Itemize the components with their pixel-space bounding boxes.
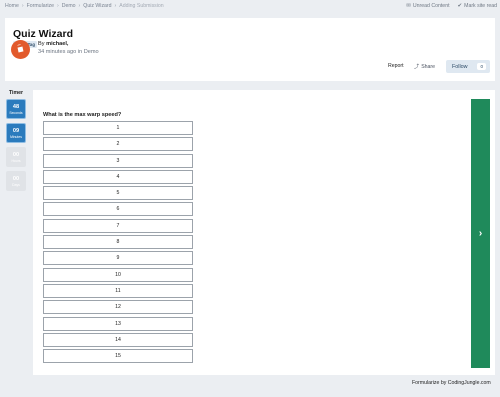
page-title: Quiz Wizard [13,28,73,40]
logo-mark-icon [15,44,26,55]
avatar[interactable] [11,40,30,59]
answer-option[interactable]: 1 [43,121,193,135]
timer-minutes-unit: Minutes [10,134,22,139]
answer-option[interactable]: 7 [43,218,193,233]
answer-option[interactable]: 9 [43,251,193,266]
timer-seconds-value: 48 [12,103,20,110]
answer-option[interactable]: 10 [43,267,193,282]
breadcrumb: Home › Formularize › Demo › Quiz Wizard … [5,3,164,9]
unread-content-link[interactable]: ✉ Unread Content [406,3,449,9]
breadcrumb-demo[interactable]: Demo [62,3,76,9]
breadcrumb-home[interactable]: Home [5,3,19,9]
breadcrumb-separator-icon: › [78,3,81,9]
answer-option[interactable]: 14 [43,332,193,347]
author-name[interactable]: michael, [46,41,68,47]
answer-option[interactable]: 6 [43,202,193,217]
answer-option[interactable]: 13 [43,316,193,331]
timer-title: Timer [8,90,24,96]
breadcrumb-quiz-wizard[interactable]: Quiz Wizard [83,3,111,9]
next-button[interactable]: › [471,99,490,368]
answer-option[interactable]: 12 [43,300,193,315]
mark-site-read-link[interactable]: ✔ Mark site read [458,3,497,9]
quiz-card: What is the max warp speed? 1 2 3 4 5 6 … [33,90,495,375]
timer-minutes-value: 09 [12,127,20,134]
timer-minutes: 09 Minutes [6,123,26,143]
top-actions: ✉ Unread Content ✔ Mark site read [406,3,497,9]
timer-seconds-unit: Seconds [9,110,23,115]
author-line: By michael, [38,41,68,47]
answer-option[interactable]: 15 [43,349,193,364]
timer-seconds: 48 Seconds [6,99,26,119]
breadcrumb-current: Adding Submission [119,3,164,9]
timer-hours: 00 Hours [6,147,26,167]
answer-option[interactable]: 5 [43,186,193,201]
timer-days-value: 00 [12,175,20,182]
follow-count: 0 [477,63,486,70]
breadcrumb-separator-icon: › [21,3,24,9]
breadcrumb-formularize[interactable]: Formularize [27,3,54,9]
answer-option[interactable]: 2 [43,137,193,152]
timer-days: 00 Days [6,171,26,191]
checkmark-icon: ✔ [457,3,463,9]
share-label: Share [421,63,436,70]
timer-hours-unit: Hours [11,158,21,163]
timer-hours-value: 00 [12,151,20,158]
answer-list: 1 2 3 4 5 6 7 8 9 10 11 12 13 14 15 [43,121,193,365]
chevron-right-icon: › [478,228,483,239]
share-button[interactable]: ⤴ Share [414,63,436,71]
envelope-icon: ✉ [406,3,411,9]
author-prefix: By [38,41,45,47]
share-icon: ⤴ [414,64,420,70]
answer-option[interactable]: 11 [43,283,193,298]
question-text: What is the max warp speed? [43,112,122,118]
breadcrumb-separator-icon: › [114,3,117,9]
answer-option[interactable]: 3 [43,153,193,168]
author-meta: 34 minutes ago in Demo [38,49,99,55]
answer-option[interactable]: 8 [43,235,193,250]
mark-site-read-label: Mark site read [464,3,497,9]
top-bar: Home › Formularize › Demo › Quiz Wizard … [0,0,500,12]
answer-option[interactable]: 4 [43,169,193,184]
follow-label: Follow [452,63,468,70]
breadcrumb-separator-icon: › [56,3,59,9]
report-button[interactable]: Report [388,63,404,69]
timer-days-unit: Days [12,182,20,187]
footer-credit[interactable]: Formularize by CodingJungle.com [412,380,491,386]
follow-button[interactable]: Follow 0 [446,60,490,73]
timer-panel: Timer 48 Seconds 09 Minutes 00 Hours 00 … [5,90,27,195]
unread-content-label: Unread Content [412,3,450,9]
